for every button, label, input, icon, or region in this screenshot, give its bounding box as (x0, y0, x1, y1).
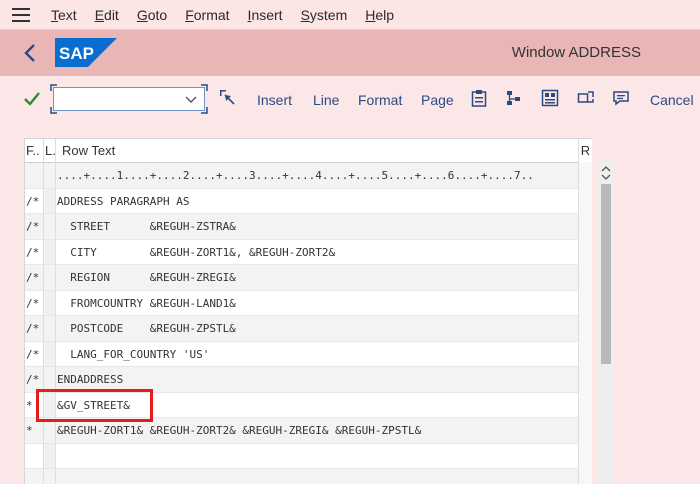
text-cell[interactable]: STREET &REGUH-ZSTRA& (57, 214, 236, 239)
checkmark-icon[interactable] (22, 89, 42, 109)
expand-window-icon[interactable] (577, 89, 595, 107)
table-row[interactable]: /* REGION &REGUH-ZREGI& (25, 265, 591, 291)
menu-help[interactable]: Help (356, 0, 403, 30)
sap-logo: SAP (55, 38, 117, 67)
ruler-text: ....+....1....+....2....+....3....+....4… (57, 169, 534, 182)
menu-goto[interactable]: Goto (128, 0, 176, 30)
menu-edit[interactable]: Edit (86, 0, 128, 30)
format-cell[interactable]: /* (25, 214, 43, 239)
format-cell[interactable]: /* (25, 265, 43, 290)
menu-text[interactable]: Text (42, 0, 86, 30)
format-cell[interactable] (25, 469, 43, 484)
table-row[interactable]: /* FROMCOUNTRY &REGUH-LAND1& (25, 291, 591, 316)
line-button[interactable]: Line (313, 90, 339, 110)
clipboard-icon[interactable] (470, 89, 488, 107)
table-row[interactable]: /* ADDRESS PARAGRAPH AS (25, 189, 591, 214)
sap-logo-text: SAP (59, 44, 94, 63)
format-cell[interactable]: /* (25, 189, 43, 214)
table-header: F.. L. Row Text (25, 139, 591, 163)
command-field-focus-frame (50, 84, 208, 114)
window-title: Window ADDRESS (511, 44, 641, 61)
column-divider (43, 139, 44, 484)
table-row[interactable]: /* POSTCODE &REGUH-ZPSTL& (25, 316, 591, 342)
format-cell[interactable] (25, 444, 43, 469)
scrollbar-thumb[interactable] (601, 184, 611, 364)
header-format[interactable]: F.. (26, 139, 40, 163)
table-row[interactable]: /* LANG_FOR_COUNTRY 'US' (25, 342, 591, 367)
select-cursor-icon[interactable] (219, 89, 237, 107)
menu-bar: Text Edit Goto Format Insert System Help (0, 0, 700, 30)
layout-grid-icon[interactable] (541, 89, 559, 107)
text-cell[interactable]: REGION &REGUH-ZREGI& (57, 265, 236, 290)
ruler-row: ....+....1....+....2....+....3....+....4… (25, 163, 591, 189)
text-cell[interactable]: FROMCOUNTRY &REGUH-LAND1& (57, 291, 236, 316)
title-bar: SAP Window ADDRESS (0, 30, 700, 76)
header-row-text[interactable]: Row Text (62, 139, 115, 163)
format-cell[interactable]: /* (25, 240, 43, 265)
column-divider (55, 139, 56, 484)
hierarchy-icon[interactable] (505, 89, 523, 107)
text-cell[interactable]: POSTCODE &REGUH-ZPSTL& (57, 316, 236, 341)
table-row[interactable] (25, 469, 591, 484)
row-text-table: F.. L. Row Text ....+....1....+....2....… (24, 138, 591, 484)
format-cell[interactable]: /* (25, 291, 43, 316)
cancel-button[interactable]: Cancel (650, 90, 694, 110)
text-cell[interactable]: ENDADDRESS (57, 367, 123, 392)
text-cell[interactable]: LANG_FOR_COUNTRY 'US' (57, 342, 209, 367)
table-row[interactable] (25, 444, 591, 469)
header-r[interactable]: R (578, 138, 592, 162)
table-row[interactable]: /* STREET &REGUH-ZSTRA& (25, 214, 591, 240)
page-button[interactable]: Page (421, 90, 454, 110)
menu-format[interactable]: Format (176, 0, 238, 30)
format-button[interactable]: Format (358, 90, 402, 110)
insert-button[interactable]: Insert (257, 90, 292, 110)
scroll-up-icon[interactable] (598, 162, 614, 184)
back-arrow-icon[interactable] (18, 41, 42, 65)
menu-insert[interactable]: Insert (239, 0, 292, 30)
menu-system[interactable]: System (292, 0, 357, 30)
message-icon[interactable] (612, 89, 630, 107)
hamburger-menu-icon[interactable] (0, 0, 42, 30)
format-cell[interactable]: /* (25, 316, 43, 341)
text-cell[interactable]: ADDRESS PARAGRAPH AS (57, 189, 189, 214)
format-cell[interactable]: /* (25, 367, 43, 392)
format-cell[interactable]: /* (25, 342, 43, 367)
highlight-box (36, 389, 153, 422)
text-cell[interactable]: CITY &REGUH-ZORT1&, &REGUH-ZORT2& (57, 240, 335, 265)
table-row[interactable]: /* CITY &REGUH-ZORT1&, &REGUH-ZORT2& (25, 240, 591, 265)
r-column (578, 162, 592, 484)
